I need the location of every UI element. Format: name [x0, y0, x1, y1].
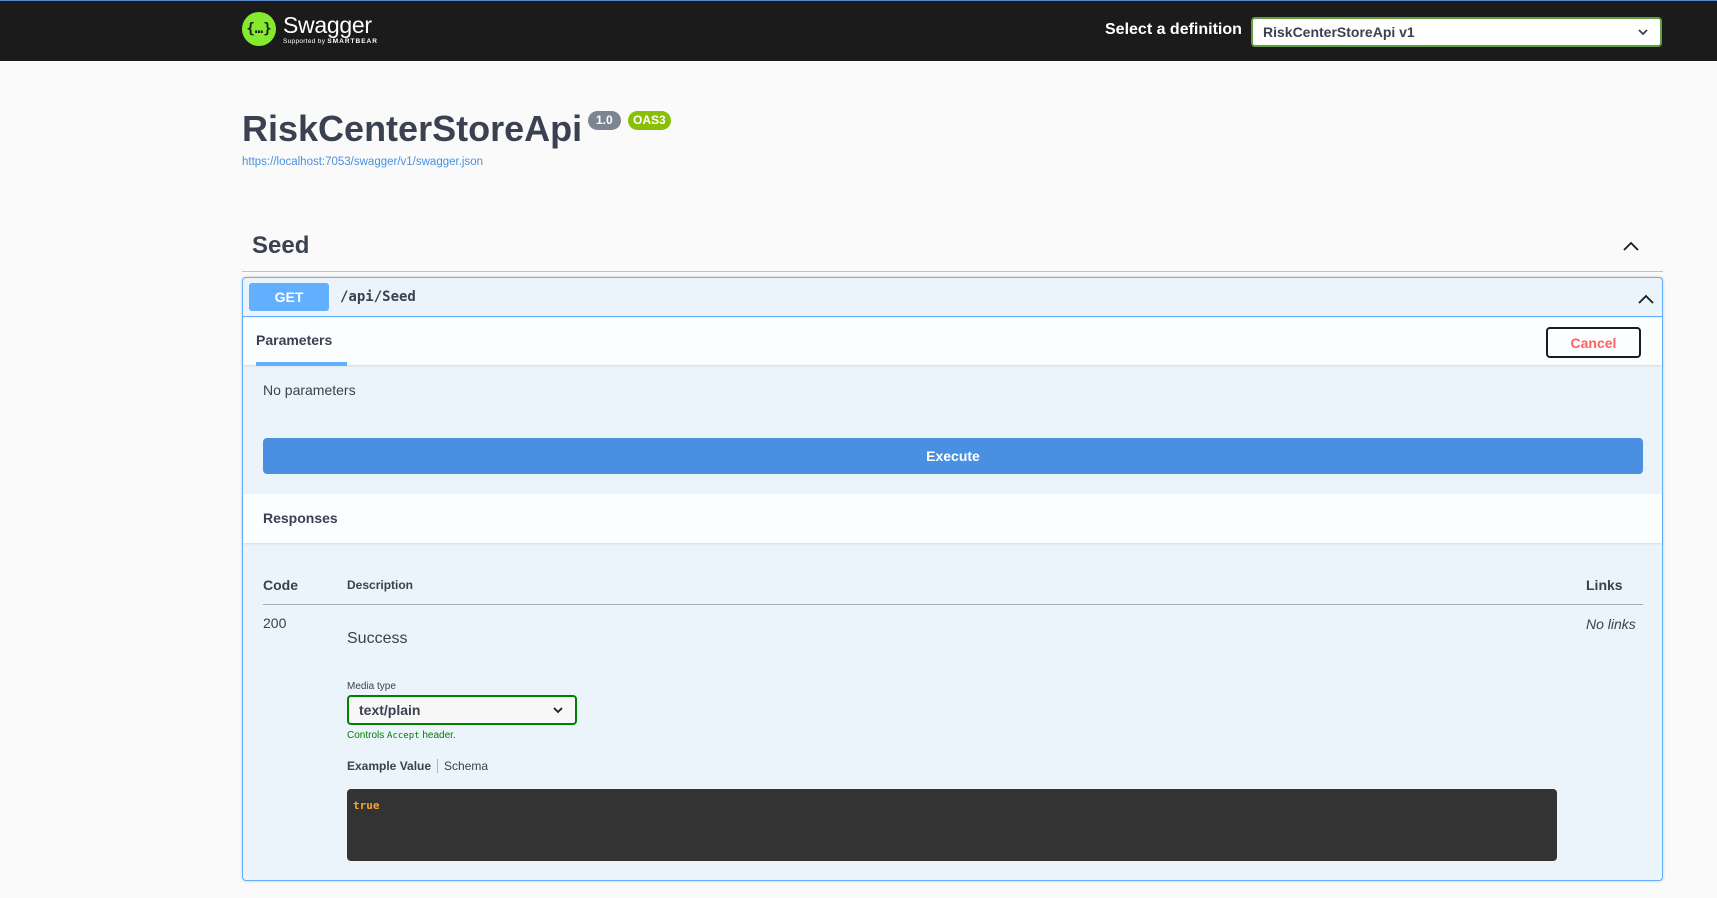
responses-header: Responses — [243, 494, 1662, 543]
oas-badge: OAS3 — [628, 111, 671, 130]
logo-name: Swagger — [283, 12, 372, 38]
swagger-logo[interactable]: {…} Swagger Supported by SMARTBEAR — [242, 12, 378, 46]
column-header-links: Links — [1586, 577, 1623, 593]
response-links: No links — [1586, 616, 1636, 632]
tab-parameters[interactable]: Parameters — [256, 332, 332, 348]
tab-separator — [437, 759, 439, 773]
controls-accept-hint: Controls Accept header. — [347, 730, 456, 741]
topbar: {…} Swagger Supported by SMARTBEAR Selec… — [0, 0, 1717, 61]
chevron-up-icon[interactable] — [1621, 236, 1641, 256]
logo-sub-brand: SMARTBEAR — [327, 38, 378, 45]
responses-title: Responses — [263, 510, 338, 526]
logo-sub-prefix: Supported by — [283, 38, 326, 45]
operation-block-get-seed: GET /api/Seed Parameters Cancel No param… — [242, 277, 1663, 881]
tag-name: Seed — [252, 232, 310, 259]
no-parameters-text: No parameters — [263, 382, 356, 398]
table-header-divider — [263, 604, 1643, 605]
definition-select-value: RiskCenterStoreApi v1 — [1263, 24, 1415, 40]
column-header-description: Description — [347, 578, 414, 592]
example-value-text: true — [353, 799, 380, 812]
operation-summary[interactable]: GET /api/Seed — [243, 278, 1662, 317]
spec-url-link[interactable]: https://localhost:7053/swagger/v1/swagge… — [242, 156, 483, 168]
execute-button[interactable]: Execute — [263, 438, 1643, 474]
response-description: Success — [347, 630, 408, 647]
version-badge: 1.0 — [588, 111, 621, 130]
tab-active-indicator — [256, 362, 347, 366]
tab-example-value[interactable]: Example Value — [347, 759, 431, 773]
column-header-code: Code — [263, 577, 298, 593]
logo-sub: Supported by SMARTBEAR — [283, 38, 378, 45]
swagger-logo-text: Swagger Supported by SMARTBEAR — [283, 13, 378, 45]
cancel-button[interactable]: Cancel — [1546, 327, 1641, 358]
response-code: 200 — [263, 615, 287, 631]
swagger-logo-icon: {…} — [242, 12, 276, 46]
media-type-value: text/plain — [359, 702, 421, 718]
example-tabs: Example Value Schema — [347, 759, 488, 773]
definition-select[interactable]: RiskCenterStoreApi v1 — [1251, 17, 1662, 47]
method-badge: GET — [249, 283, 329, 311]
controls-suffix: header. — [422, 730, 456, 741]
controls-code: Accept — [387, 731, 420, 741]
page-title: RiskCenterStoreApi — [242, 108, 583, 149]
media-type-select[interactable]: text/plain — [347, 695, 577, 725]
example-value-codebox: true — [347, 789, 1557, 861]
tag-section-seed[interactable]: Seed — [242, 222, 1663, 272]
tab-schema[interactable]: Schema — [444, 759, 488, 773]
controls-prefix: Controls — [347, 730, 385, 741]
chevron-up-icon[interactable] — [1636, 289, 1656, 309]
chevron-down-icon — [553, 707, 563, 714]
chevron-down-icon — [1638, 29, 1648, 36]
parameters-header: Parameters — [243, 318, 1662, 365]
operation-path: /api/Seed — [340, 289, 416, 305]
media-type-label: Media type — [347, 681, 396, 692]
definition-label: Select a definition — [1105, 21, 1242, 38]
